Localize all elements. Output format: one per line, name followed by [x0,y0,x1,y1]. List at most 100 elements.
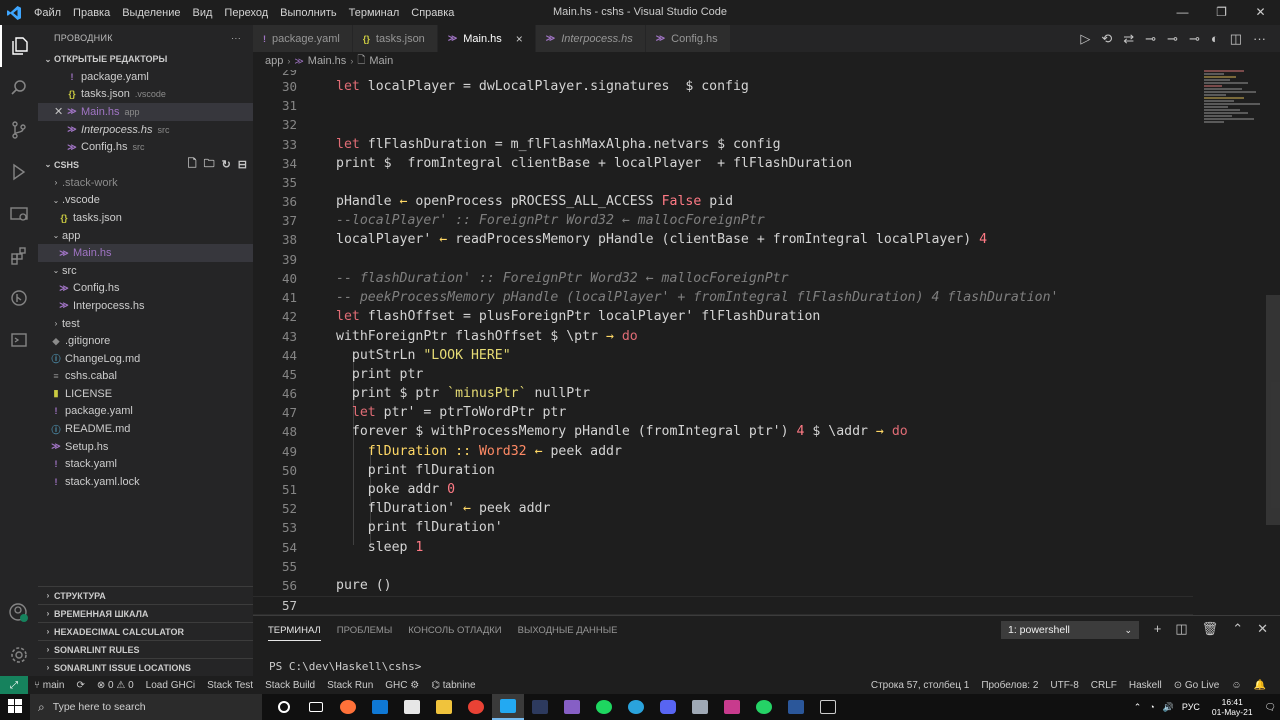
tab-debug-console[interactable]: КОНСОЛЬ ОТЛАДКИ [408,625,501,636]
open-editor-item[interactable]: ≫ Interpocess.hs src [38,121,253,139]
tree-folder[interactable]: › .stack-work [38,174,253,192]
open-editor-item[interactable]: {} tasks.json .vscode [38,86,253,104]
encoding[interactable]: UTF-8 [1044,680,1084,691]
git-graph-icon[interactable] [0,277,38,319]
taskbar-search[interactable]: ⌕ Type here to search [30,694,262,720]
menu-terminal[interactable]: Терминал [343,7,406,19]
word-icon[interactable] [780,694,812,720]
sonarlint-issues-section[interactable]: › SONARLINT ISSUE LOCATIONS [38,658,253,676]
tab-package-yaml[interactable]: ! package.yaml [253,25,353,52]
windows-start-icon[interactable] [0,698,30,716]
tree-file[interactable]: ≡ cshs.cabal [38,368,253,386]
more-actions-icon[interactable]: ··· [1253,31,1266,46]
tray-chevron-up-icon[interactable]: ⌃ [1130,702,1146,713]
terminal-select[interactable]: 1: powershell ⌄ [1001,621,1139,639]
input-language[interactable]: РУС [1178,702,1204,712]
tree-folder[interactable]: ⌄ src [38,262,253,280]
search-icon[interactable] [0,67,38,109]
maximize-panel-icon[interactable]: ⌃ [1232,621,1243,637]
tree-file[interactable]: ! stack.yaml.lock [38,473,253,491]
breadcrumb-item[interactable]: Main [369,55,393,67]
vscode-taskbar-icon[interactable] [492,694,524,720]
open-editor-item[interactable]: ! package.yaml [38,68,253,86]
remote-indicator-icon[interactable]: ⤢ [0,676,28,694]
tab-problems[interactable]: ПРОБЛЕМЫ [337,625,392,636]
trash-icon[interactable]: 🗑 [1202,621,1219,637]
tree-folder[interactable]: › test [38,315,253,333]
hex-calculator-section[interactable]: › HEXADECIMAL CALCULATOR [38,622,253,640]
tree-file[interactable]: ⓘ ChangeLog.md [38,350,253,368]
menu-view[interactable]: Вид [187,7,219,19]
tab-terminal[interactable]: ТЕРМИНАЛ [268,620,321,641]
open-editor-item-active[interactable]: ✕ ≫ Main.hs app [38,103,253,121]
extensions-icon[interactable] [0,235,38,277]
close-window-icon[interactable]: ✕ [1241,0,1280,25]
problems-count[interactable]: ⊗ 0 ⚠ 0 [91,680,140,691]
code-editor[interactable]: 29 30 let localPlayer = dwLocalPlayer.sig… [253,70,1280,615]
run-play-icon[interactable]: ▷ [1080,31,1090,47]
visual-studio-icon[interactable] [556,694,588,720]
tree-file[interactable]: ≫ Config.hs [38,280,253,298]
feedback-icon[interactable]: ☺ [1225,680,1247,691]
line-ending[interactable]: CRLF [1085,680,1123,691]
workspace-section[interactable]: ⌄ CSHS 🗋 🗀 ↻ ⊟ [38,156,253,174]
tab-output[interactable]: ВЫХОДНЫЕ ДАННЫЕ [518,625,618,636]
tree-file[interactable]: ≫ Setup.hs [38,438,253,456]
tab-interpocess-hs[interactable]: ≫ Interpocess.hs [535,25,646,52]
source-control-icon[interactable] [0,109,38,151]
menu-go[interactable]: Переход [218,7,274,19]
close-tab-icon[interactable]: × [516,32,523,46]
tree-folder[interactable]: ⌄ app [38,227,253,245]
history-icon[interactable]: ⟲ [1101,31,1112,47]
menu-file[interactable]: Файл [28,7,67,19]
maximize-icon[interactable]: ❐ [1202,0,1241,25]
tree-file[interactable]: {} tasks.json [38,209,253,227]
breadcrumb-item[interactable]: app [265,55,283,67]
store-icon[interactable] [396,694,428,720]
stack-run-button[interactable]: Stack Run [321,680,379,691]
git-branch[interactable]: ⑂ main [28,680,70,691]
app-icon[interactable] [684,694,716,720]
run-debug-icon[interactable] [0,151,38,193]
file-explorer-icon[interactable] [428,694,460,720]
close-editor-icon[interactable]: ✕ [54,105,66,118]
tabnine-status[interactable]: ⌬ tabnine [425,680,481,691]
minimize-icon[interactable]: — [1163,0,1202,25]
load-ghci-button[interactable]: Load GHCi [140,680,201,691]
wifi-icon[interactable]: ◔ [1145,702,1158,712]
tree-file[interactable]: ! stack.yaml [38,455,253,473]
tree-folder[interactable]: ⌄ .vscode [38,192,253,210]
minimap[interactable] [1204,70,1266,170]
ghc-button[interactable]: GHC ⚙ [379,680,425,691]
mail-icon[interactable] [364,694,396,720]
chrome-icon[interactable] [460,694,492,720]
new-terminal-icon[interactable]: + [1154,621,1162,637]
action-center-icon[interactable]: 🗨 [1261,702,1280,713]
split-editor-icon[interactable]: ◫ [1230,31,1242,47]
discord-icon[interactable] [652,694,684,720]
outline-section[interactable]: › СТРУКТУРА [38,586,253,604]
more-actions-icon[interactable]: ··· [231,33,241,43]
tree-file[interactable]: ▮ LICENSE [38,385,253,403]
manage-gear-icon[interactable] [0,634,38,676]
powershell-icon[interactable] [524,694,556,720]
accounts-icon[interactable] [0,592,38,634]
timeline-section[interactable]: › ВРЕМЕННАЯ ШКАЛА [38,604,253,622]
stack-build-button[interactable]: Stack Build [259,680,321,691]
sonarlint-rules-section[interactable]: › SONARLINT RULES [38,640,253,658]
volume-icon[interactable]: 🔊 [1159,702,1178,713]
cortana-icon[interactable] [268,694,300,720]
photos-icon[interactable] [716,694,748,720]
close-panel-icon[interactable]: ✕ [1257,621,1268,637]
open-editor-item[interactable]: ≫ Config.hs src [38,138,253,156]
terminal-app-icon[interactable] [812,694,844,720]
cursor-position[interactable]: Строка 57, столбец 1 [865,680,975,691]
terminal-view-icon[interactable] [0,319,38,361]
new-file-icon[interactable]: 🗋 [188,155,197,174]
refresh-icon[interactable]: ↻ [222,158,231,171]
breadcrumb-item[interactable]: Main.hs [308,55,347,67]
menu-run[interactable]: Выполнить [274,7,342,19]
telegram-icon[interactable] [620,694,652,720]
git-next-icon[interactable]: ⊸ [1189,31,1200,47]
tree-file[interactable]: ! package.yaml [38,403,253,421]
